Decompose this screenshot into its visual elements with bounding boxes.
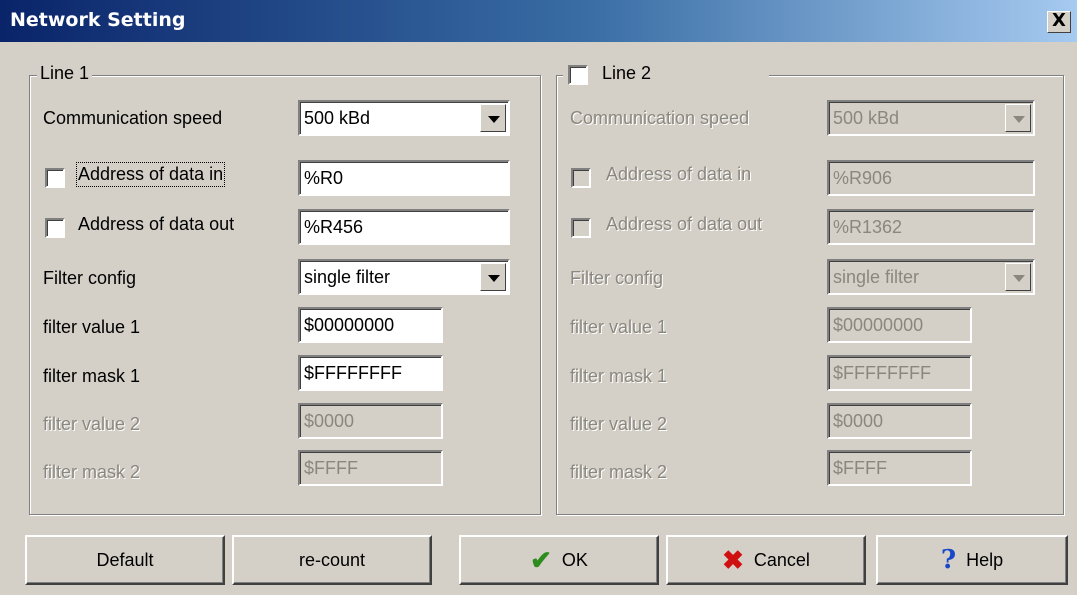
line1-speed-value: 500 kBd: [304, 108, 371, 128]
close-button[interactable]: X: [1047, 11, 1071, 33]
line2-addr-out-checkbox: [571, 218, 591, 238]
line1-addr-out-label[interactable]: Address of data out: [78, 214, 234, 235]
line1-title: Line 1: [37, 63, 93, 84]
line1-speed-select[interactable]: 500 kBd: [298, 100, 510, 136]
recount-button-label: re-count: [298, 549, 366, 570]
line1-filter-config-value: single filter: [304, 267, 391, 287]
red-x-icon: ✖: [722, 545, 744, 575]
line2-speed-value: 500 kBd: [833, 108, 900, 128]
line1-addr-in-label[interactable]: Address of data in: [75, 162, 226, 187]
line1-fm1-label: filter mask 1: [43, 366, 141, 386]
line2-addr-in-input: %R906: [827, 160, 1035, 196]
line1-speed-label: Communication speed: [43, 108, 223, 128]
line1-fv1-input[interactable]: $00000000: [298, 307, 443, 343]
line2-filter-config-select: single filter: [827, 259, 1035, 295]
default-button[interactable]: Default: [25, 535, 225, 585]
line1-fv2-label: filter value 2: [43, 414, 141, 434]
line2-title-area: Line 2: [563, 63, 769, 87]
line2-fv1-input: $00000000: [827, 307, 972, 343]
chevron-down-icon: [1005, 263, 1031, 291]
line2-title[interactable]: Line 2: [602, 63, 651, 84]
line2-enable-checkbox[interactable]: [568, 65, 588, 85]
default-button-label: Default: [96, 549, 154, 570]
line1-addr-in-input[interactable]: %R0: [298, 160, 510, 196]
cancel-button[interactable]: ✖ Cancel: [666, 535, 866, 585]
line1-fm2-label: filter mask 2: [43, 462, 141, 482]
line1-group: [29, 75, 541, 515]
line2-fm1-label: filter mask 1: [570, 366, 668, 386]
line2-speed-label: Communication speed: [570, 108, 750, 128]
line2-fm2-label: filter mask 2: [570, 462, 668, 482]
line1-fv2-input: $0000: [298, 403, 443, 439]
line2-addr-in-checkbox: [571, 168, 591, 188]
line1-fm1-input[interactable]: $FFFFFFFF: [298, 355, 443, 391]
line2-fm1-input: $FFFFFFFF: [827, 355, 972, 391]
help-button[interactable]: ? Help: [876, 535, 1068, 585]
line1-addr-out-checkbox[interactable]: [45, 218, 65, 238]
chevron-down-icon: [1005, 104, 1031, 132]
window-title: Network Setting: [10, 9, 186, 31]
line2-filter-config-label: Filter config: [570, 268, 664, 288]
recount-button[interactable]: re-count: [232, 535, 432, 585]
line2-addr-out-label: Address of data out: [606, 214, 763, 234]
line2-group: [556, 75, 1064, 515]
line1-fv1-label: filter value 1: [43, 317, 141, 337]
network-setting-dialog: Network Setting X Line 1 Communication s…: [0, 0, 1077, 595]
chevron-down-icon[interactable]: [480, 104, 506, 132]
line1-fm2-input: $FFFF: [298, 450, 443, 486]
title-bar[interactable]: Network Setting X: [0, 0, 1077, 42]
ok-button-label: OK: [561, 549, 588, 570]
line2-fv1-label: filter value 1: [570, 317, 668, 337]
line2-addr-out-input: %R1362: [827, 209, 1035, 245]
line1-addr-in-checkbox[interactable]: [45, 168, 65, 188]
line2-speed-select: 500 kBd: [827, 100, 1035, 136]
line2-fv2-input: $0000: [827, 403, 972, 439]
checkmark-icon: ✔: [530, 545, 552, 575]
question-mark-icon: ?: [940, 545, 957, 575]
line2-addr-in-label: Address of data in: [606, 164, 752, 184]
help-button-label: Help: [966, 549, 1004, 570]
chevron-down-icon[interactable]: [480, 263, 506, 291]
line2-fv2-label: filter value 2: [570, 414, 668, 434]
line2-filter-config-value: single filter: [833, 267, 920, 287]
line1-filter-config-select[interactable]: single filter: [298, 259, 510, 295]
line1-addr-out-input[interactable]: %R456: [298, 209, 510, 245]
ok-button[interactable]: ✔ OK: [459, 535, 659, 585]
line1-filter-config-label: Filter config: [43, 268, 137, 288]
line2-fm2-input: $FFFF: [827, 450, 972, 486]
cancel-button-label: Cancel: [753, 549, 810, 570]
